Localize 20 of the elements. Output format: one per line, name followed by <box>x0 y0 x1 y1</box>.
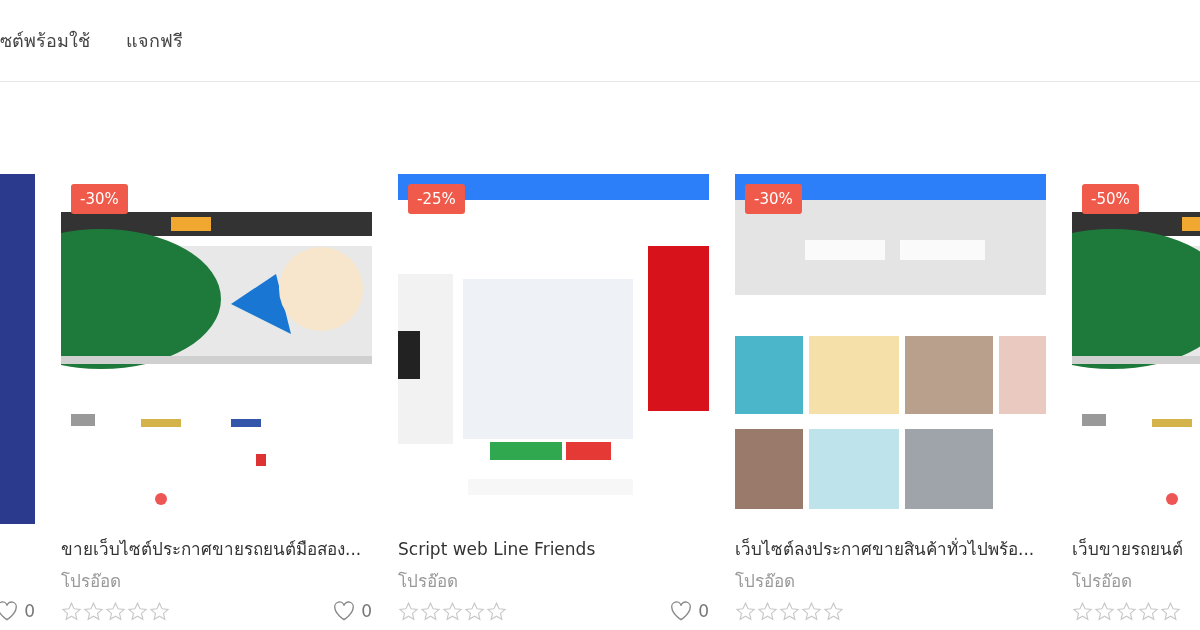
product-title[interactable]: เว็บขายรถยนต์ <box>1072 538 1200 560</box>
heart-icon[interactable] <box>670 601 693 621</box>
seller-name: โปรอ๊อด <box>1072 570 1133 592</box>
discount-badge: -50% <box>1082 184 1139 214</box>
like-count: 0 <box>698 601 709 621</box>
product-title[interactable]: Script web Line Friends <box>398 538 709 560</box>
nav-link[interactable]: แจกฟรี <box>126 26 183 55</box>
discount-badge: -30% <box>745 184 802 214</box>
discount-badge: -30% <box>71 184 128 214</box>
discount-badge: -25% <box>408 184 465 214</box>
product-title[interactable]: ขายเว็บไซต์ประกาศขายรถยนต์มือสอง... <box>61 538 372 560</box>
like-count: 0 <box>361 601 372 621</box>
seller-name: โปรอ๊อด <box>61 570 122 592</box>
heart-icon[interactable] <box>0 601 19 621</box>
product-title[interactable]: เว็บไซต์ลงประกาศขายสินค้าทั่วไปพร้อ... <box>735 538 1046 560</box>
nav-link[interactable]: ซต์พร้อมใช้ <box>0 26 90 55</box>
heart-icon[interactable] <box>333 601 356 621</box>
like-count: 0 <box>24 601 35 621</box>
seller-name: โปรอ๊อด <box>398 570 459 592</box>
seller-name: โปรอ๊อด <box>735 570 796 592</box>
